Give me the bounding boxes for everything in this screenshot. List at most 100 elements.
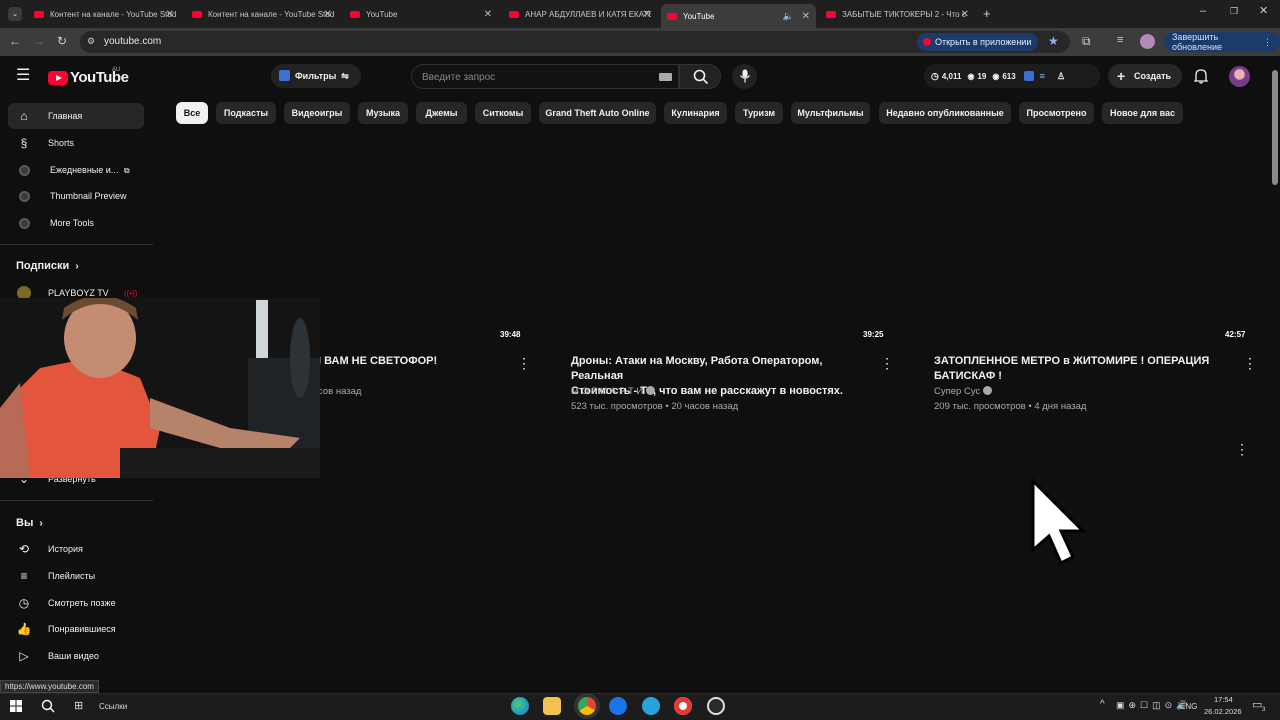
channel-name[interactable]: Супер Сус xyxy=(934,386,993,397)
chip[interactable]: Туризм xyxy=(735,102,783,124)
clock-date[interactable]: 26.02.2026 xyxy=(1204,707,1242,716)
close-tab-icon[interactable]: ✕ xyxy=(166,9,174,20)
chip[interactable]: Джемы xyxy=(416,102,467,124)
audio-playing-icon[interactable]: 🔈 xyxy=(783,11,794,22)
video-title[interactable]: I ВАМ НЕ СВЕТОФОР! xyxy=(318,354,437,369)
sidebar-item-more-tools[interactable]: More Tools xyxy=(8,210,144,236)
video-thumbnail[interactable] xyxy=(571,135,886,345)
chip[interactable]: Недавно опубликованные xyxy=(879,102,1011,124)
close-tab-icon[interactable]: ✕ xyxy=(484,9,492,20)
restore-icon[interactable]: ❐ xyxy=(1230,7,1238,16)
windows-start-icon[interactable] xyxy=(10,700,22,712)
finish-update-button[interactable]: Завершить обновление ⋮ xyxy=(1164,32,1280,52)
extension-icon xyxy=(17,163,31,177)
notifications-bell-icon[interactable] xyxy=(1194,68,1208,84)
tab-list-icon[interactable]: ⌄ xyxy=(8,7,22,21)
chip[interactable]: Grand Theft Auto Online xyxy=(539,102,656,124)
chip[interactable]: Просмотрено xyxy=(1019,102,1094,124)
more-vert-icon[interactable]: ⋮ xyxy=(1235,442,1249,456)
you-heading[interactable]: Вы › xyxy=(16,517,43,529)
chip[interactable]: Кулинария xyxy=(664,102,727,124)
file-explorer-icon[interactable] xyxy=(543,697,561,715)
chip[interactable]: Музыка xyxy=(358,102,408,124)
close-window-icon[interactable]: ✕ xyxy=(1259,6,1268,17)
browser-tab[interactable]: YouTube ✕ xyxy=(344,4,498,24)
chip[interactable]: Новое для вас xyxy=(1102,102,1183,124)
webcam-overlay xyxy=(0,298,320,478)
external-link-icon: ⧉ xyxy=(123,165,130,175)
language-indicator[interactable]: ENG xyxy=(1180,702,1197,711)
sidebar-item-daily[interactable]: Ежедневные и... ⧉ xyxy=(8,157,144,183)
obs-icon[interactable] xyxy=(707,697,725,715)
close-tab-icon[interactable]: ✕ xyxy=(802,11,810,22)
forward-icon[interactable]: → xyxy=(33,35,45,47)
browser-tab-active[interactable]: YouTube 🔈 ✕ xyxy=(661,4,816,28)
edge-icon[interactable] xyxy=(511,697,529,715)
voice-search-button[interactable] xyxy=(732,64,757,89)
create-button[interactable]: + Создать xyxy=(1108,64,1182,88)
app-checkmark-icon[interactable] xyxy=(609,697,627,715)
sidebar-item-watch-later[interactable]: ◷ Смотреть позже xyxy=(8,590,144,616)
sidebar-item-your-videos[interactable]: ▷ Ваши видео xyxy=(8,643,144,669)
more-vert-icon[interactable]: ⋮ xyxy=(880,356,894,370)
profile-avatar-icon[interactable] xyxy=(1140,34,1155,49)
more-vert-icon[interactable]: ⋮ xyxy=(1243,356,1257,370)
reading-list-icon[interactable]: ≡ xyxy=(1117,35,1123,46)
telegram-icon[interactable] xyxy=(642,697,660,715)
extension-stats-pill[interactable]: ◷ 4,011 ◉ 19 ◉ 613 ≡ ♙ xyxy=(924,64,1100,88)
chrome-icon[interactable] xyxy=(578,697,596,715)
playlists-icon: ≡ xyxy=(20,569,28,583)
verified-icon xyxy=(983,386,993,395)
show-hidden-icons-icon[interactable]: ^ xyxy=(1100,699,1105,710)
shorts-icon: § xyxy=(20,136,28,150)
menu-icon[interactable]: ☰ xyxy=(16,68,30,84)
chip[interactable]: Мультфильмы xyxy=(791,102,870,124)
bookmark-star-icon[interactable]: ★ xyxy=(1048,35,1059,47)
sidebar-item-playlists[interactable]: ≡ Плейлисты xyxy=(8,563,144,589)
youtube-favicon-icon xyxy=(667,12,677,20)
chip[interactable]: Видеоигры xyxy=(284,102,350,124)
open-in-app-button[interactable]: Открыть в приложении xyxy=(917,33,1039,51)
search-button[interactable] xyxy=(679,64,721,89)
sidebar-item-liked[interactable]: 👍 Понравившиеся xyxy=(8,616,144,642)
browser-tab[interactable]: Контент на канале - YouTube Studio ✕ xyxy=(28,4,180,24)
sidebar-item-history[interactable]: ⟲ История xyxy=(8,536,144,562)
chip[interactable]: Подкасты xyxy=(216,102,276,124)
taskbar-search-icon[interactable] xyxy=(41,699,55,713)
task-view-icon[interactable]: ⊞ xyxy=(74,699,83,712)
new-tab-icon[interactable]: + xyxy=(983,7,991,20)
yandex-browser-icon[interactable] xyxy=(674,697,692,715)
video-thumbnail[interactable] xyxy=(934,135,1252,345)
chip[interactable]: Ситкомы xyxy=(475,102,531,124)
sidebar-item-shorts[interactable]: § Shorts xyxy=(8,130,144,156)
reload-icon[interactable]: ↻ xyxy=(57,35,67,47)
account-avatar[interactable] xyxy=(1229,66,1250,87)
clock-time[interactable]: 17:54 xyxy=(1214,695,1233,704)
sidebar-item-home[interactable]: ⌂ Главная xyxy=(8,103,144,129)
scrollbar-thumb[interactable] xyxy=(1272,70,1278,185)
browser-tab[interactable]: АНАР АБДУЛЛАЕВ И КАТЯ ЕКАТЕРИНА ✕ xyxy=(503,4,657,24)
filters-button[interactable]: Фильтры ⇋ xyxy=(271,64,361,88)
subscriptions-heading[interactable]: Подписки › xyxy=(16,260,79,272)
minimize-icon[interactable]: – xyxy=(1200,6,1206,17)
chip-all[interactable]: Все xyxy=(176,102,208,124)
home-icon: ⌂ xyxy=(20,109,28,123)
youtube-logo[interactable]: YouTube AU xyxy=(48,67,129,86)
back-icon[interactable]: ← xyxy=(9,35,21,47)
search-input[interactable] xyxy=(422,69,652,85)
browser-tab[interactable]: ЗАБЫТЫЕ ТИКТОКЕРЫ 2 - Что с ними ✕ xyxy=(820,4,975,24)
close-tab-icon[interactable]: ✕ xyxy=(324,9,332,20)
video-title[interactable]: ЗАТОПЛЕННОЕ МЕТРО в ЖИТОМИРЕ ! ОПЕРАЦИЯ … xyxy=(934,354,1229,384)
watch-later-icon: ◷ xyxy=(18,596,30,610)
close-tab-icon[interactable]: ✕ xyxy=(643,9,651,20)
browser-tab[interactable]: Контент на канале - YouTube Studio ✕ xyxy=(186,4,338,24)
keyboard-icon[interactable] xyxy=(659,73,672,81)
site-info-icon[interactable]: ⚙ xyxy=(87,37,95,46)
notifications-icon[interactable]: ▭ xyxy=(1252,698,1262,711)
more-vert-icon[interactable]: ⋮ xyxy=(517,356,531,370)
taskbar-links-label[interactable]: Ссылки xyxy=(99,702,127,711)
channel-name[interactable]: М О Р И А Р Т И xyxy=(571,386,656,397)
close-tab-icon[interactable]: ✕ xyxy=(961,9,969,20)
sidebar-item-thumbnail-preview[interactable]: Thumbnail Preview xyxy=(8,183,144,209)
extensions-icon[interactable]: ⧉ xyxy=(1082,35,1091,47)
